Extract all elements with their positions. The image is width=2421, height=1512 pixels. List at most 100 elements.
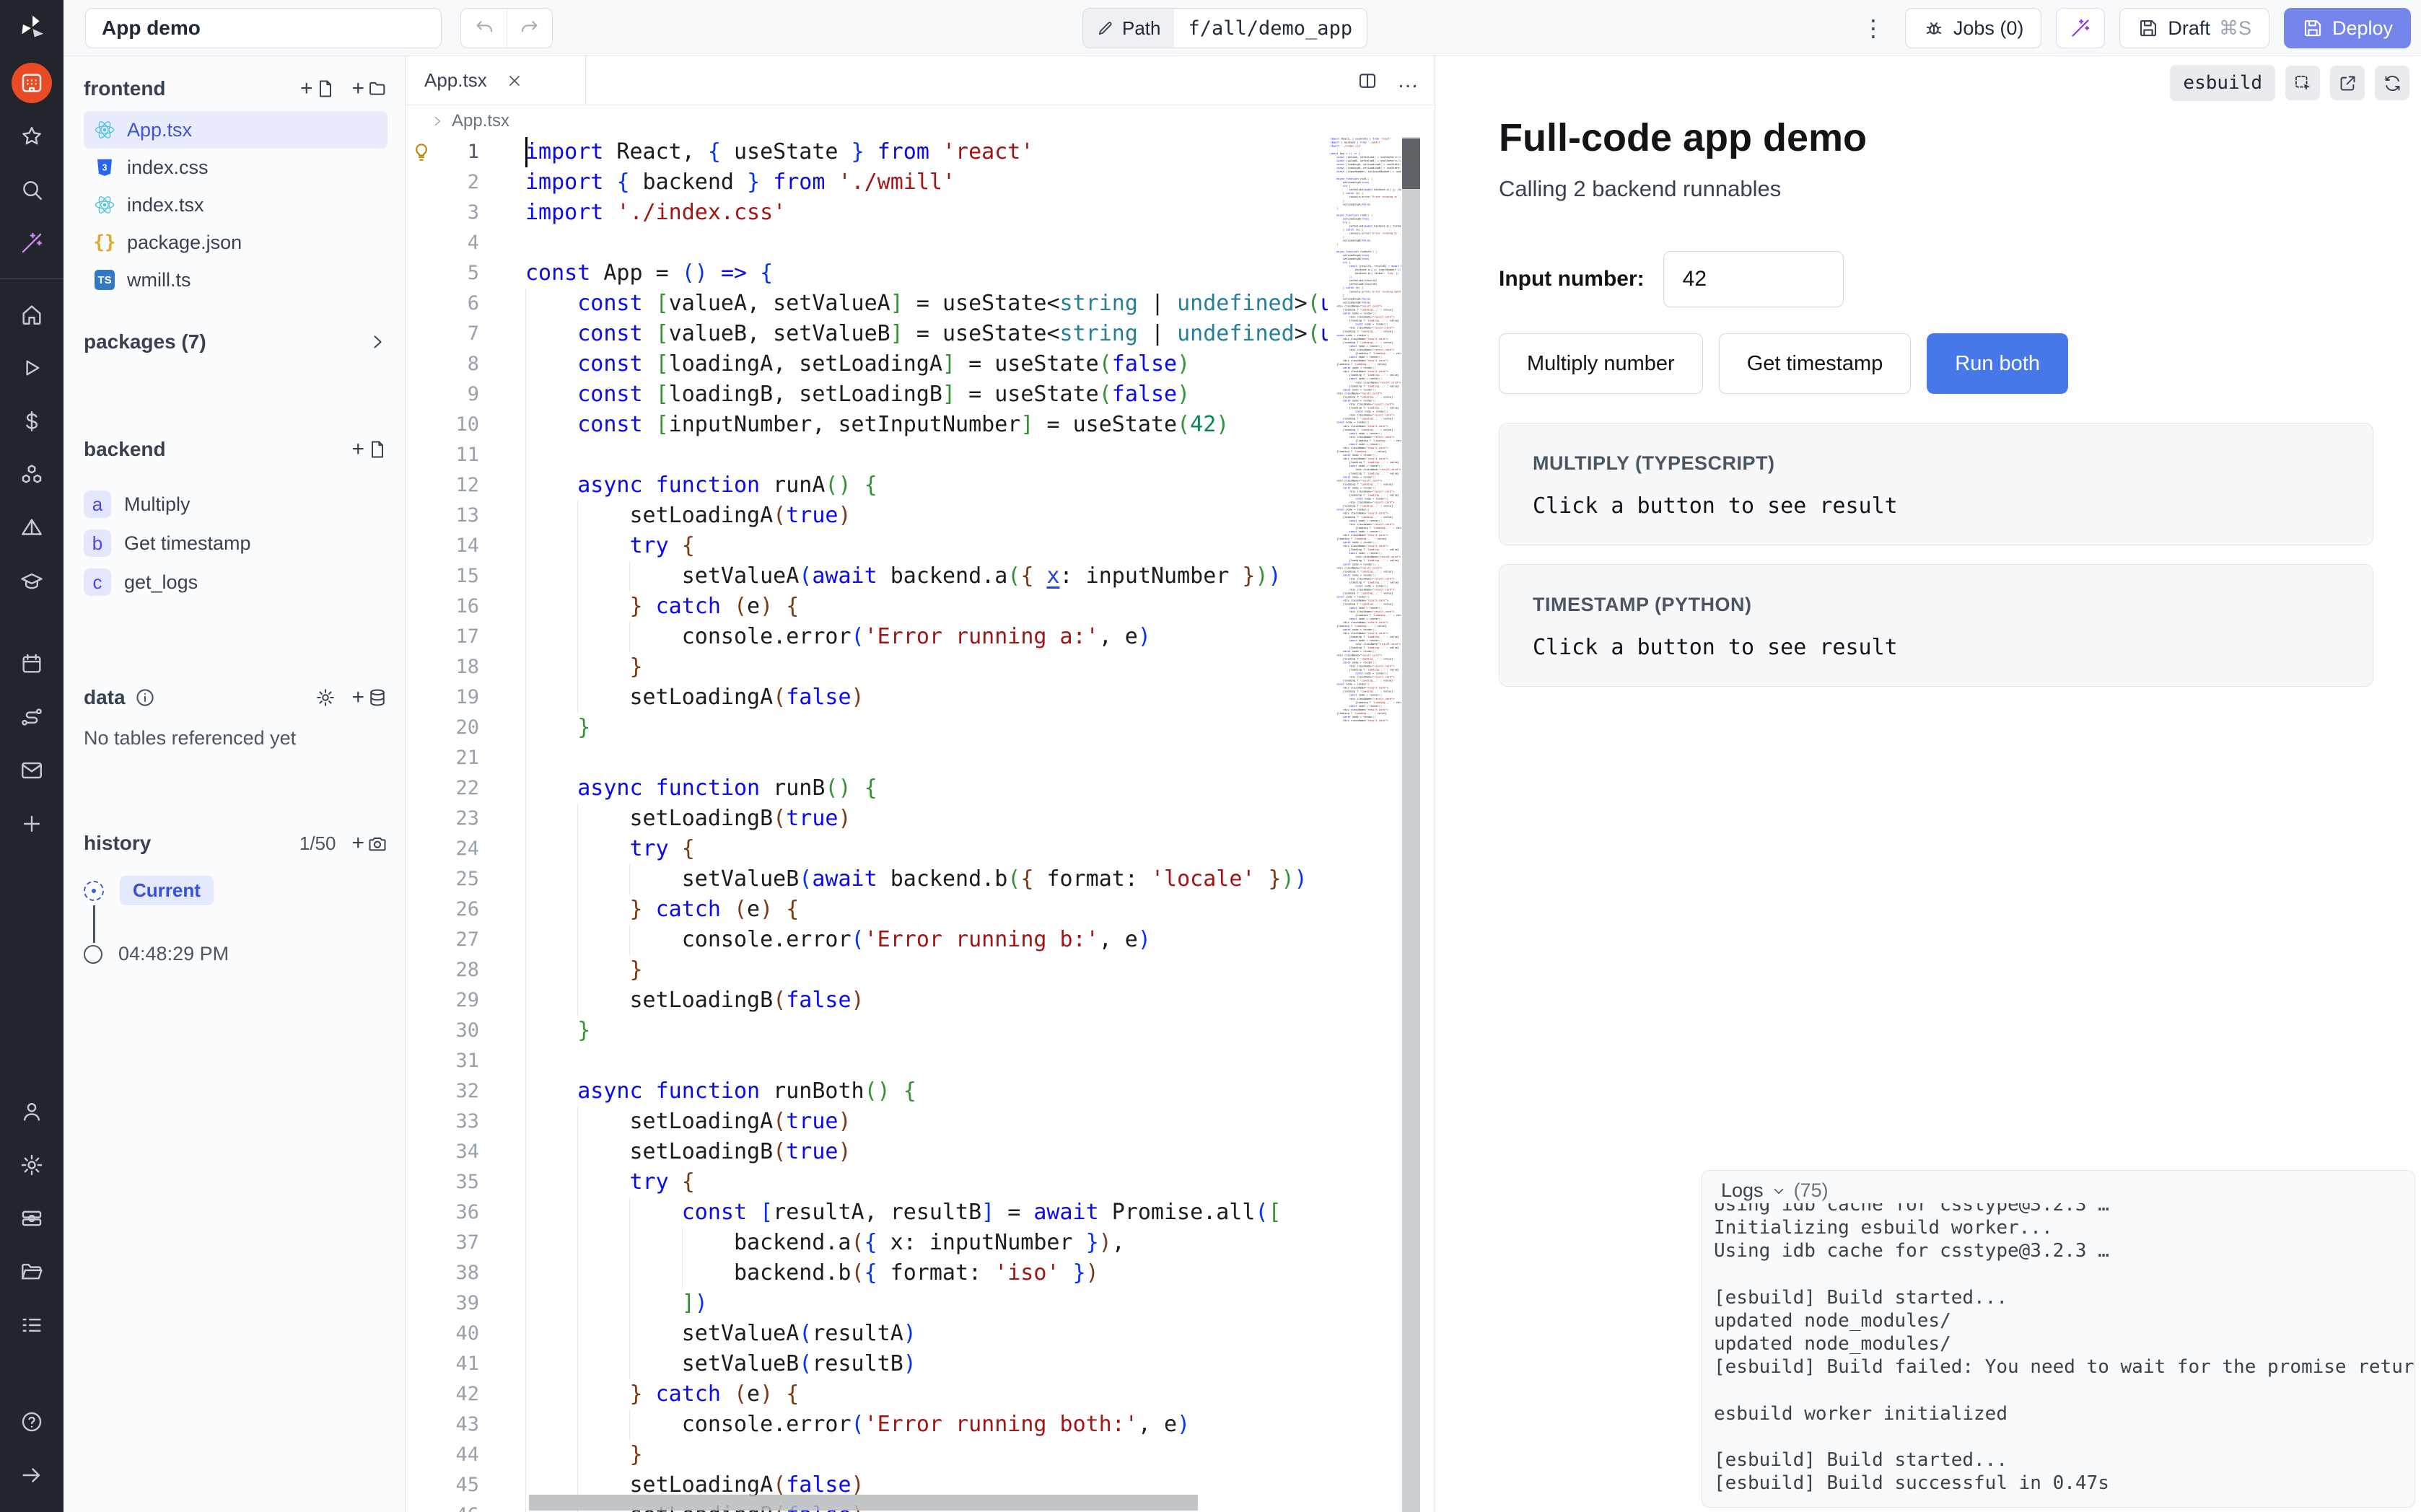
help-icon[interactable] xyxy=(12,1402,52,1442)
code-area[interactable]: 1import React, { useState } from 'react'… xyxy=(406,137,1328,1512)
editor-horizontal-scrollbar[interactable] xyxy=(529,1495,1198,1511)
code-line-37[interactable]: 37backend.a({ x: inputNumber }), xyxy=(406,1228,1328,1258)
data-settings-button[interactable] xyxy=(315,687,336,708)
more-actions-icon[interactable]: … xyxy=(1397,69,1420,93)
code-line-23[interactable]: 23setLoadingB(true) xyxy=(406,804,1328,834)
ai-wand-button[interactable] xyxy=(2056,8,2105,48)
close-icon[interactable] xyxy=(506,72,523,89)
logs-header[interactable]: Logs (75) xyxy=(1702,1171,2415,1203)
file-item-App.tsx[interactable]: App.tsx xyxy=(84,111,388,149)
play-icon[interactable] xyxy=(12,348,52,388)
star-icon[interactable] xyxy=(12,116,52,157)
snapshot-button[interactable]: + xyxy=(351,831,388,856)
code-line-9[interactable]: 9const [loadingB, setLoadingB] = useStat… xyxy=(406,379,1328,410)
add-script-button[interactable]: + xyxy=(351,437,388,462)
code-line-36[interactable]: 36const [resultA, resultB] = await Promi… xyxy=(406,1197,1328,1228)
code-line-30[interactable]: 30} xyxy=(406,1016,1328,1046)
file-item-index.css[interactable]: 3index.css xyxy=(84,149,388,186)
plus-icon[interactable] xyxy=(12,804,52,844)
code-line-3[interactable]: 3import './index.css' xyxy=(406,198,1328,228)
undo-button[interactable] xyxy=(461,9,507,48)
code-line-32[interactable]: 32async function runBoth() { xyxy=(406,1076,1328,1107)
code-line-33[interactable]: 33setLoadingA(true) xyxy=(406,1107,1328,1137)
code-line-39[interactable]: 39]) xyxy=(406,1288,1328,1319)
refresh-button[interactable] xyxy=(2375,66,2409,100)
app-window-icon[interactable] xyxy=(12,63,52,103)
code-line-41[interactable]: 41setValueB(resultB) xyxy=(406,1349,1328,1379)
code-line-43[interactable]: 43console.error('Error running both:', e… xyxy=(406,1410,1328,1440)
path-control[interactable]: Path f/all/demo_app xyxy=(1082,8,1367,48)
code-line-29[interactable]: 29setLoadingB(false) xyxy=(406,985,1328,1016)
draft-button[interactable]: Draft ⌘S xyxy=(2119,8,2269,48)
code-line-5[interactable]: 5const App = () => { xyxy=(406,258,1328,289)
add-table-button[interactable]: + xyxy=(351,685,388,710)
expand-arrow-icon[interactable] xyxy=(12,1455,52,1495)
code-line-18[interactable]: 18} xyxy=(406,652,1328,682)
select-component-button[interactable] xyxy=(2285,66,2320,100)
dollar-icon[interactable] xyxy=(12,401,52,441)
lightbulb-icon[interactable] xyxy=(406,137,437,167)
history-timestamp[interactable]: 04:48:29 PM xyxy=(118,943,229,965)
code-line-20[interactable]: 20} xyxy=(406,713,1328,743)
code-line-2[interactable]: 2import { backend } from './wmill' xyxy=(406,167,1328,198)
search-icon[interactable] xyxy=(12,170,52,210)
code-line-4[interactable]: 4 xyxy=(406,228,1328,258)
jobs-button[interactable]: Jobs (0) xyxy=(1905,8,2042,48)
deploy-button[interactable]: Deploy xyxy=(2284,8,2411,48)
file-item-wmill.ts[interactable]: TSwmill.ts xyxy=(84,261,388,299)
add-file-button[interactable]: + xyxy=(300,76,336,101)
code-line-17[interactable]: 17console.error('Error running a:', e) xyxy=(406,622,1328,652)
scrollbar-thumb[interactable] xyxy=(1402,139,1420,189)
list-icon[interactable] xyxy=(12,1305,52,1345)
code-line-25[interactable]: 25setValueB(await backend.b({ format: 'l… xyxy=(406,864,1328,895)
code-line-22[interactable]: 22async function runB() { xyxy=(406,773,1328,804)
get-timestamp-button[interactable]: Get timestamp xyxy=(1719,333,1912,394)
breadcrumb[interactable]: App.tsx xyxy=(406,105,1435,137)
code-line-10[interactable]: 10const [inputNumber, setInputNumber] = … xyxy=(406,410,1328,440)
logs-body[interactable]: Using idb cache for csstype@3.2.3 …Initi… xyxy=(1702,1193,2415,1496)
redo-button[interactable] xyxy=(507,9,552,48)
code-line-7[interactable]: 7const [valueB, setValueB] = useState<st… xyxy=(406,319,1328,349)
add-folder-button[interactable]: + xyxy=(351,76,388,101)
code-line-13[interactable]: 13setLoadingA(true) xyxy=(406,501,1328,531)
workers-icon[interactable] xyxy=(12,1198,52,1239)
code-line-21[interactable]: 21 xyxy=(406,743,1328,773)
code-line-44[interactable]: 44} xyxy=(406,1440,1328,1470)
code-line-12[interactable]: 12async function runA() { xyxy=(406,470,1328,501)
code-line-38[interactable]: 38backend.b({ format: 'iso' }) xyxy=(406,1258,1328,1288)
backend-runnable-b[interactable]: bGet timestamp xyxy=(84,524,388,563)
code-line-42[interactable]: 42} catch (e) { xyxy=(406,1379,1328,1410)
route-icon[interactable] xyxy=(12,697,52,737)
file-item-package.json[interactable]: {}package.json xyxy=(84,224,388,261)
folder-icon[interactable] xyxy=(12,1252,52,1292)
code-line-19[interactable]: 19setLoadingA(false) xyxy=(406,682,1328,713)
history-current-badge[interactable]: Current xyxy=(120,876,214,905)
code-line-14[interactable]: 14try { xyxy=(406,531,1328,561)
code-line-16[interactable]: 16} catch (e) { xyxy=(406,592,1328,622)
code-line-8[interactable]: 8const [loadingA, setLoadingA] = useStat… xyxy=(406,349,1328,379)
run-both-button[interactable]: Run both xyxy=(1927,333,2068,394)
multiply-number-button[interactable]: Multiply number xyxy=(1499,333,1703,394)
calendar-icon[interactable] xyxy=(12,643,52,684)
file-item-index.tsx[interactable]: index.tsx xyxy=(84,186,388,224)
code-line-15[interactable]: 15setValueA(await backend.a({ x: inputNu… xyxy=(406,561,1328,592)
code-line-24[interactable]: 24try { xyxy=(406,834,1328,864)
open-external-button[interactable] xyxy=(2330,66,2365,100)
tab-app-tsx[interactable]: App.tsx xyxy=(406,56,586,105)
code-line-35[interactable]: 35try { xyxy=(406,1167,1328,1197)
code-line-26[interactable]: 26} catch (e) { xyxy=(406,895,1328,925)
code-line-31[interactable]: 31 xyxy=(406,1046,1328,1076)
code-line-27[interactable]: 27console.error('Error running b:', e) xyxy=(406,925,1328,955)
code-line-40[interactable]: 40setValueA(resultA) xyxy=(406,1319,1328,1349)
packages-row[interactable]: packages (7) xyxy=(84,325,388,359)
code-line-34[interactable]: 34setLoadingB(true) xyxy=(406,1137,1328,1167)
mail-icon[interactable] xyxy=(12,750,52,791)
cubes-icon[interactable] xyxy=(12,454,52,495)
gear-icon[interactable] xyxy=(12,1145,52,1185)
graduation-cap-icon[interactable] xyxy=(12,561,52,602)
app-name-input[interactable] xyxy=(85,8,442,48)
code-line-11[interactable]: 11 xyxy=(406,440,1328,470)
magic-wand-icon[interactable] xyxy=(12,223,52,263)
backend-runnable-c[interactable]: cget_logs xyxy=(84,563,388,602)
backend-runnable-a[interactable]: aMultiply xyxy=(84,485,388,524)
